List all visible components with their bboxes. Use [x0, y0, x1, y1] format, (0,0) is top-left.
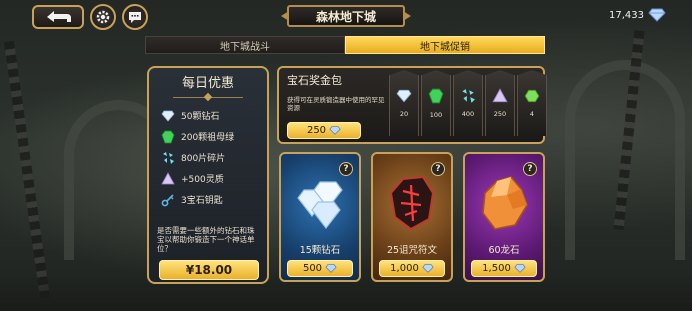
gem-bundle-description: 获得可在灵质锻造器中使用的罕见资源 [287, 96, 385, 112]
gem-bundle-slot: 100 [421, 70, 451, 136]
daily-offer-buy-button[interactable]: ¥18.00 [159, 260, 259, 280]
daily-offer-item: +500灵质 [161, 171, 234, 186]
spirit-crystal-icon [161, 171, 175, 186]
daily-offer-item: 800片碎片 [161, 150, 234, 165]
back-arrow-icon [47, 11, 71, 22]
tab-dungeon-promo[interactable]: 地下城促销 [345, 36, 545, 54]
gem-bundle-slot-count: 400 [461, 110, 475, 118]
gem-currency-amount: 17,433 [609, 9, 644, 21]
gem-bundle-slot-count: 250 [493, 110, 507, 118]
gem-icon [329, 126, 341, 135]
daily-offer-ornament [173, 92, 243, 98]
item-card-diamonds[interactable]: ? 15颗钻石 500 [279, 152, 361, 282]
gem-bundle-slot: 250 [485, 70, 515, 136]
cursed-rune-icon [389, 175, 435, 231]
tab-dungeon-battle[interactable]: 地下城战斗 [145, 36, 345, 54]
item-card-price: 1,000 [390, 263, 419, 274]
item-card-cursed-runes[interactable]: ? 25诅咒符文 1,000 [371, 152, 453, 282]
gem-bundle-slot: 400 [453, 70, 483, 136]
daily-offer-price: ¥18.00 [185, 263, 233, 277]
daily-offer-description: 是否需要一些额外的钻石和珠宝以帮助你锻造下一个神话单位？ [157, 226, 255, 253]
item-card-price: 1,500 [482, 263, 511, 274]
settings-button[interactable] [90, 4, 116, 30]
gem-bundle-price: 250 [306, 125, 327, 136]
card-art [465, 172, 543, 234]
daily-offer-item-label: 200颗祖母绿 [181, 133, 235, 143]
emerald-icon [161, 130, 175, 144]
item-card-dragon-stones[interactable]: ? 60龙石 1,500 [463, 152, 545, 282]
back-button[interactable] [32, 5, 84, 29]
daily-offer-panel: 每日优惠 50颗钻石 200颗祖母绿 800片碎片 +500灵质 3宝石钥匙 是… [147, 66, 269, 284]
page-title-text: 森林地下城 [315, 9, 376, 24]
page-title: 森林地下城 [287, 5, 405, 27]
daily-offer-item: 3宝石钥匙 [161, 192, 234, 207]
spirit-crystal-icon [492, 88, 508, 103]
chat-bubble-icon [129, 12, 141, 23]
gem-bundle-title: 宝石奖金包 [287, 74, 342, 87]
shards-icon [161, 151, 175, 165]
daily-offer-item-label: 3宝石钥匙 [181, 196, 223, 206]
gem-icon [514, 264, 526, 273]
daily-offer-list: 50颗钻石 200颗祖母绿 800片碎片 +500灵质 3宝石钥匙 [161, 108, 234, 207]
daily-offer-title: 每日优惠 [181, 76, 234, 91]
gem-currency-display: 17,433 [609, 8, 666, 22]
tab-dungeon-promo-label: 地下城促销 [420, 41, 470, 53]
gem-bundle-buy-button[interactable]: 250 [287, 122, 361, 139]
diamond-icon [161, 109, 175, 123]
dragon-stone-icon [482, 176, 528, 230]
gem-bundle-slot: 20 [389, 70, 419, 136]
gem-bundle-panel: 宝石奖金包 获得可在灵质锻造器中使用的罕见资源 250 20 100 400 2… [277, 66, 547, 144]
item-card-price: 500 [302, 263, 323, 274]
item-card-label: 60龙石 [488, 245, 520, 256]
tab-bar: 地下城战斗 地下城促销 [145, 36, 545, 54]
card-art [373, 172, 451, 234]
diamond-icon [396, 89, 412, 103]
gem-bundle-slot-count: 4 [529, 110, 535, 118]
gear-icon [96, 10, 110, 24]
green-gem-icon [524, 89, 540, 103]
tab-dungeon-battle-label: 地下城战斗 [220, 41, 270, 53]
daily-offer-item-label: 50颗钻石 [181, 112, 220, 122]
gem-bundle-contents: 20 100 400 250 4 [389, 68, 547, 136]
emerald-icon [428, 88, 444, 104]
chat-button[interactable] [122, 4, 148, 30]
gem-icon [422, 264, 434, 273]
key-icon [161, 193, 175, 207]
item-card-buy-button[interactable]: 1,500 [471, 260, 537, 277]
item-card-buy-button[interactable]: 1,000 [379, 260, 445, 277]
shards-icon [462, 89, 475, 103]
gem-bundle-slot-count: 20 [399, 110, 409, 118]
daily-offer-item-label: 800片碎片 [181, 154, 226, 164]
item-card-label: 25诅咒符文 [386, 245, 438, 256]
item-card-label: 15颗钻石 [299, 245, 341, 256]
item-card-buy-button[interactable]: 500 [287, 260, 353, 277]
diamond-pile-icon [297, 181, 343, 229]
gem-bundle-slot-count: 100 [429, 111, 443, 119]
daily-offer-item: 50颗钻石 [161, 108, 234, 123]
daily-offer-item-label: +500灵质 [181, 175, 224, 185]
gem-icon [325, 264, 337, 273]
gem-bundle-slot: 4 [517, 70, 547, 136]
background-chain-left [3, 40, 51, 300]
gem-icon [648, 8, 666, 22]
card-art [281, 172, 359, 234]
daily-offer-item: 200颗祖母绿 [161, 129, 234, 144]
